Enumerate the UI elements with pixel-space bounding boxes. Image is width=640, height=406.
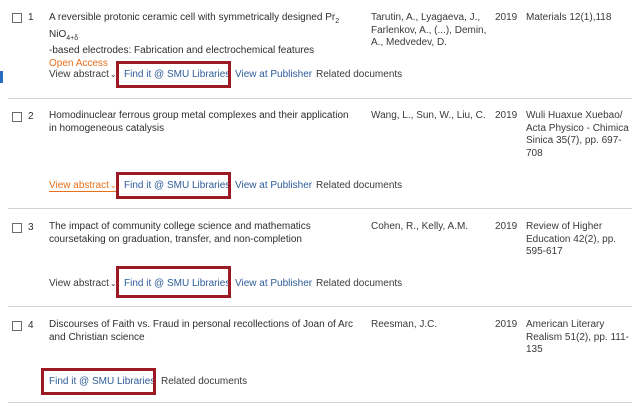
related-documents-link[interactable]: Related documents [316, 69, 402, 80]
result-authors[interactable]: Reesman, J.C. [371, 319, 489, 332]
result-year: 2019 [495, 12, 518, 23]
open-access-badge: Open Access [49, 57, 108, 69]
view-abstract-label: View abstract [49, 278, 109, 289]
result-authors[interactable]: Cohen, R., Kelly, A.M. [371, 221, 489, 234]
scroll-marker [0, 71, 3, 83]
result-authors[interactable]: Wang, L., Sun, W., Liu, C. [371, 110, 489, 123]
highlight-box [116, 172, 231, 199]
related-documents-link[interactable]: Related documents [316, 180, 402, 191]
result-number: 2 [28, 111, 34, 122]
view-abstract-label: View abstract [49, 69, 109, 80]
view-abstract-button[interactable]: View abstract⌄ [49, 69, 117, 80]
view-at-publisher-link[interactable]: View at Publisher [235, 69, 312, 80]
result-title[interactable]: The impact of community college science … [49, 221, 357, 246]
result-source[interactable]: Materials 12(1),118 [526, 12, 638, 25]
result-source[interactable]: Wuli Huaxue Xuebao/ Acta Physico - Chimi… [526, 110, 638, 160]
result-source[interactable]: American Literary Realism 51(2), pp. 111… [526, 319, 638, 357]
view-at-publisher-link[interactable]: View at Publisher [235, 180, 312, 191]
highlight-box [116, 61, 231, 88]
divider [8, 306, 632, 307]
result-number: 4 [28, 320, 34, 331]
related-documents-link[interactable]: Related documents [316, 278, 402, 289]
divider [8, 208, 632, 209]
result-source[interactable]: Review of Higher Education 42(2), pp. 59… [526, 221, 638, 259]
title-text: A reversible protonic ceramic cell with … [49, 12, 336, 23]
view-abstract-label: View abstract [49, 180, 109, 191]
result-title[interactable]: Homodinuclear ferrous group metal comple… [49, 110, 357, 135]
related-documents-link[interactable]: Related documents [161, 376, 247, 387]
result-title[interactable]: Discourses of Faith vs. Fraud in persona… [49, 319, 357, 344]
view-at-publisher-link[interactable]: View at Publisher [235, 278, 312, 289]
divider [8, 402, 632, 403]
select-checkbox-4[interactable] [12, 321, 22, 331]
divider [8, 98, 632, 99]
result-number: 1 [28, 12, 34, 23]
title-subscript: 2 [335, 18, 340, 25]
title-subscript: 4+δ [66, 34, 79, 42]
view-abstract-button[interactable]: View abstract⌄ [49, 278, 117, 289]
result-number: 3 [28, 222, 34, 233]
result-year: 2019 [495, 110, 518, 121]
select-checkbox-2[interactable] [12, 112, 22, 122]
select-checkbox-1[interactable] [12, 13, 22, 23]
result-year: 2019 [495, 221, 518, 232]
title-text: -based electrodes: Fabrication and elect… [49, 45, 315, 56]
view-abstract-button[interactable]: View abstract⌄ [49, 180, 117, 192]
select-checkbox-3[interactable] [12, 223, 22, 233]
title-text: NiO [49, 28, 67, 40]
result-year: 2019 [495, 319, 518, 330]
result-authors[interactable]: Tarutin, A., Lyagaeva, J., Farlenkov, A.… [371, 12, 489, 50]
highlight-box [41, 368, 156, 395]
highlight-box [116, 266, 231, 298]
